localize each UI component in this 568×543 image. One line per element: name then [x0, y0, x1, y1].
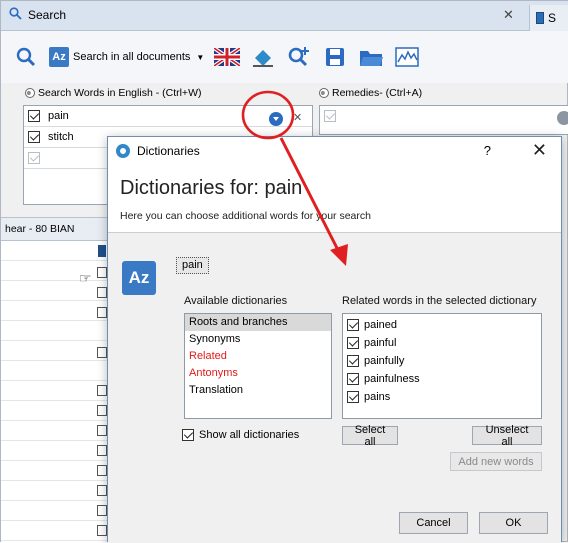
- related-word-checkbox[interactable]: [347, 391, 359, 403]
- az-dictionary-icon: Az: [122, 261, 156, 295]
- word-checkbox[interactable]: [28, 152, 40, 164]
- show-all-dictionaries-toggle[interactable]: Show all dictionaries: [182, 429, 299, 441]
- available-dictionaries-label: Available dictionaries: [184, 295, 288, 307]
- radio-icon: [319, 88, 329, 98]
- row-checkbox[interactable]: [97, 307, 107, 318]
- dictionary-item[interactable]: Synonyms: [185, 331, 331, 348]
- unselect-all-button[interactable]: Unselect all: [472, 424, 542, 448]
- search-words-header: Search Words in English - (Ctrl+W): [25, 87, 201, 99]
- close-tab-icon[interactable]: ✕: [503, 7, 514, 23]
- word-text[interactable]: stitch: [48, 131, 74, 143]
- toolbar: Az Search in all documents ▼: [1, 31, 568, 83]
- dialog-body: Az pain Available dictionaries Roots and…: [108, 232, 561, 543]
- row-checkbox[interactable]: [97, 405, 107, 416]
- related-words-list: pained painful painfully painfulness pai…: [342, 313, 542, 419]
- help-button[interactable]: ?: [484, 143, 491, 158]
- related-word-text: painfully: [364, 355, 405, 367]
- word-checkbox[interactable]: [28, 110, 40, 122]
- row-checkbox[interactable]: [97, 267, 107, 278]
- dictionary-item[interactable]: Translation: [185, 382, 331, 399]
- related-word-checkbox[interactable]: [347, 319, 359, 331]
- row-checkbox[interactable]: [97, 347, 107, 358]
- word-text[interactable]: pain: [48, 110, 69, 122]
- tab-search[interactable]: Search: [9, 7, 66, 23]
- tab-search-label: Search: [28, 8, 67, 22]
- related-word-item[interactable]: painful: [343, 334, 541, 352]
- uk-flag-icon[interactable]: [214, 44, 241, 70]
- related-word-item[interactable]: painfulness: [343, 370, 541, 388]
- eraser-icon[interactable]: [250, 44, 276, 70]
- tab-second-label: S: [548, 11, 557, 25]
- remedies-header-label: Remedies- (Ctrl+A): [332, 87, 423, 99]
- show-all-checkbox[interactable]: [182, 429, 194, 441]
- row-checkbox[interactable]: [97, 485, 107, 496]
- remedy-checkbox[interactable]: [324, 110, 336, 122]
- folder-icon[interactable]: [358, 44, 384, 70]
- dialog-title: Dictionaries: [137, 144, 200, 158]
- chevron-down-icon: ▼: [196, 52, 205, 62]
- remedies-header: Remedies- (Ctrl+A): [319, 87, 422, 99]
- dictionary-dropdown-button[interactable]: [269, 112, 283, 126]
- dictionary-item[interactable]: Related: [185, 348, 331, 365]
- tab-second[interactable]: S: [529, 5, 568, 31]
- dialog-titlebar: Dictionaries: [108, 137, 561, 165]
- search-words-header-label: Search Words in English - (Ctrl+W): [38, 87, 202, 99]
- row-checkbox[interactable]: [97, 287, 107, 298]
- row-checkbox[interactable]: [97, 385, 107, 396]
- search-icon[interactable]: [13, 44, 39, 70]
- app-icon: [116, 144, 130, 158]
- remedies-list: [319, 105, 568, 135]
- pointing-hand-icon: ☞: [79, 270, 92, 286]
- related-words-label: Related words in the selected dictionary: [342, 295, 537, 307]
- current-word-chip[interactable]: pain: [176, 257, 209, 274]
- save-icon[interactable]: [322, 44, 348, 70]
- ok-button[interactable]: OK: [479, 512, 548, 534]
- related-word-checkbox[interactable]: [347, 373, 359, 385]
- related-word-text: pained: [364, 319, 398, 331]
- related-word-text: painfulness: [364, 373, 420, 385]
- cancel-button[interactable]: Cancel: [399, 512, 468, 534]
- search-plus-icon[interactable]: [286, 44, 312, 70]
- dictionary-item[interactable]: Antonyms: [185, 365, 331, 382]
- show-all-label: Show all dictionaries: [199, 429, 300, 441]
- related-word-checkbox[interactable]: [347, 337, 359, 349]
- dialog-subtitle: Here you can choose additional words for…: [120, 210, 371, 222]
- panel-headers: Search Words in English - (Ctrl+W) Remed…: [1, 85, 568, 103]
- az-dictionary-icon: Az: [49, 47, 69, 67]
- search-all-label: Search in all documents: [73, 51, 191, 63]
- select-all-button[interactable]: Select all: [342, 424, 398, 448]
- search-all-documents-button[interactable]: Az Search in all documents ▼: [49, 47, 204, 67]
- row-checkbox[interactable]: [97, 525, 107, 536]
- dialog-header: Dictionaries for: pain Here you can choo…: [108, 165, 561, 231]
- tab-bar: Search ✕ S: [1, 1, 568, 31]
- dialog-heading: Dictionaries for: pain: [120, 177, 303, 199]
- book-icon: [98, 245, 106, 257]
- remedies-dropdown-button[interactable]: [557, 111, 568, 125]
- related-word-checkbox[interactable]: [347, 355, 359, 367]
- row-checkbox[interactable]: [97, 425, 107, 436]
- add-new-words-button[interactable]: Add new words: [450, 452, 542, 471]
- clear-word-icon[interactable]: ✕: [293, 111, 302, 124]
- chart-icon[interactable]: [394, 44, 420, 70]
- related-word-item[interactable]: painfully: [343, 352, 541, 370]
- close-icon[interactable]: ✕: [532, 140, 547, 161]
- radio-icon: [25, 88, 35, 98]
- related-word-text: painful: [364, 337, 397, 349]
- search-icon: [9, 7, 22, 23]
- dictionaries-dialog: Dictionaries ? ✕ Dictionaries for: pain …: [107, 136, 562, 543]
- word-checkbox[interactable]: [28, 131, 40, 143]
- dictionaries-list: Roots and branches Synonyms Related Anto…: [184, 313, 332, 419]
- row-checkbox[interactable]: [97, 505, 107, 516]
- row-checkbox[interactable]: [97, 465, 107, 476]
- book-icon: [536, 12, 544, 24]
- related-word-item[interactable]: pains: [343, 388, 541, 406]
- row-checkbox[interactable]: [97, 445, 107, 456]
- dictionary-item[interactable]: Roots and branches: [185, 314, 331, 331]
- related-word-text: pains: [364, 391, 391, 403]
- related-word-item[interactable]: pained: [343, 316, 541, 334]
- rubric-header: hear - 80 BIAN: [1, 217, 113, 241]
